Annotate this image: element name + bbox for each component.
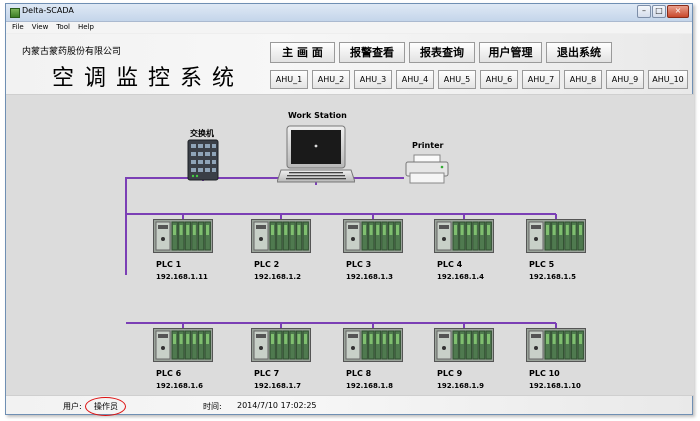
ahu-10-button[interactable]: AHU_10 bbox=[648, 70, 688, 89]
plc-ip: 192.168.1.5 bbox=[529, 273, 576, 281]
plc-icon bbox=[153, 219, 213, 253]
plc-ip: 192.168.1.2 bbox=[254, 273, 301, 281]
printer-icon bbox=[405, 154, 449, 184]
plc-rack[interactable] bbox=[434, 219, 494, 253]
time-value: 2014/7/10 17:02:25 bbox=[237, 401, 317, 410]
close-icon[interactable]: × bbox=[667, 5, 689, 18]
plc-rack[interactable] bbox=[153, 219, 213, 253]
menu-view[interactable]: View bbox=[32, 22, 49, 33]
app-icon bbox=[10, 8, 20, 18]
time-label: 时间: bbox=[203, 402, 222, 411]
menu-tool[interactable]: Tool bbox=[56, 22, 70, 33]
ahu-2-button[interactable]: AHU_2 bbox=[312, 70, 350, 89]
ahu-5-button[interactable]: AHU_5 bbox=[438, 70, 476, 89]
switch-label: 交换机 bbox=[190, 129, 214, 138]
plc-icon bbox=[526, 328, 586, 362]
laptop-icon bbox=[276, 125, 356, 183]
ahu-9-button[interactable]: AHU_9 bbox=[606, 70, 644, 89]
ahu-6-button[interactable]: AHU_6 bbox=[480, 70, 518, 89]
printer-label: Printer bbox=[412, 141, 444, 150]
plc-name: PLC 1 bbox=[156, 260, 182, 269]
window-title: Delta-SCADA bbox=[22, 6, 74, 15]
user-highlight-circle bbox=[85, 397, 126, 416]
exit-system-button[interactable]: 退出系统 bbox=[546, 42, 612, 63]
network-switch[interactable] bbox=[187, 139, 219, 181]
plc-ip: 192.168.1.9 bbox=[437, 382, 484, 390]
window-controls: – □ × bbox=[637, 5, 689, 18]
plc-rack[interactable] bbox=[251, 219, 311, 253]
printer[interactable] bbox=[404, 154, 450, 184]
plc-ip: 192.168.1.7 bbox=[254, 382, 301, 390]
plc-rack[interactable] bbox=[526, 219, 586, 253]
plc-icon bbox=[343, 219, 403, 253]
plc-ip: 192.168.1.3 bbox=[346, 273, 393, 281]
plc-name: PLC 6 bbox=[156, 369, 182, 378]
plc-icon bbox=[526, 219, 586, 253]
ahu-1-button[interactable]: AHU_1 bbox=[270, 70, 308, 89]
ahu-4-button[interactable]: AHU_4 bbox=[396, 70, 434, 89]
user-label: 用户: bbox=[63, 402, 82, 411]
plc-icon bbox=[343, 328, 403, 362]
plc-rack[interactable] bbox=[153, 328, 213, 362]
company-name: 内蒙古蒙药股份有限公司 bbox=[22, 47, 122, 57]
plc-rack[interactable] bbox=[343, 328, 403, 362]
plc-ip: 192.168.1.10 bbox=[529, 382, 581, 390]
plc-name: PLC 10 bbox=[529, 369, 560, 378]
report-query-button[interactable]: 报表查询 bbox=[409, 42, 475, 63]
plc-ip: 192.168.1.11 bbox=[156, 273, 208, 281]
workstation-label: Work Station bbox=[288, 111, 347, 120]
network-diagram: 交换机 Work Station Printer PLC 1 192.168.1… bbox=[6, 94, 694, 396]
plc-ip: 192.168.1.6 bbox=[156, 382, 203, 390]
main-content: 内蒙古蒙药股份有限公司 空调监控系统 主 画 面 报警查看 报表查询 用户管理 … bbox=[6, 34, 694, 416]
plc-icon bbox=[251, 328, 311, 362]
ahu-3-button[interactable]: AHU_3 bbox=[354, 70, 392, 89]
plc-name: PLC 7 bbox=[254, 369, 280, 378]
main-screen-button[interactable]: 主 画 面 bbox=[270, 42, 335, 63]
system-title: 空调监控系统 bbox=[52, 66, 245, 91]
plc-icon bbox=[434, 328, 494, 362]
plc-icon bbox=[251, 219, 311, 253]
workstation[interactable] bbox=[276, 124, 356, 188]
menu-bar: File View Tool Help bbox=[6, 22, 692, 33]
plc-name: PLC 5 bbox=[529, 260, 555, 269]
switch-icon bbox=[187, 139, 219, 181]
app-window: Delta-SCADA – □ × File View Tool Help 内蒙… bbox=[5, 3, 694, 416]
plc-name: PLC 4 bbox=[437, 260, 463, 269]
plc-name: PLC 3 bbox=[346, 260, 372, 269]
menu-file[interactable]: File bbox=[12, 22, 24, 33]
plc-rack[interactable] bbox=[434, 328, 494, 362]
user-management-button[interactable]: 用户管理 bbox=[479, 42, 542, 63]
plc-rack[interactable] bbox=[343, 219, 403, 253]
plc-rack[interactable] bbox=[526, 328, 586, 362]
ahu-7-button[interactable]: AHU_7 bbox=[522, 70, 560, 89]
menu-help[interactable]: Help bbox=[78, 22, 94, 33]
title-bar: Delta-SCADA – □ × bbox=[6, 4, 692, 22]
plc-rack[interactable] bbox=[251, 328, 311, 362]
plc-icon bbox=[153, 328, 213, 362]
plc-ip: 192.168.1.8 bbox=[346, 382, 393, 390]
plc-name: PLC 9 bbox=[437, 369, 463, 378]
plc-name: PLC 2 bbox=[254, 260, 280, 269]
ahu-8-button[interactable]: AHU_8 bbox=[564, 70, 602, 89]
status-bar: 用户: 操作员 时间: 2014/7/10 17:02:25 bbox=[6, 394, 692, 416]
plc-name: PLC 8 bbox=[346, 369, 372, 378]
plc-icon bbox=[434, 219, 494, 253]
alarm-view-button[interactable]: 报警查看 bbox=[339, 42, 405, 63]
plc-ip: 192.168.1.4 bbox=[437, 273, 484, 281]
maximize-icon[interactable]: □ bbox=[652, 5, 666, 18]
minimize-icon[interactable]: – bbox=[637, 5, 651, 18]
